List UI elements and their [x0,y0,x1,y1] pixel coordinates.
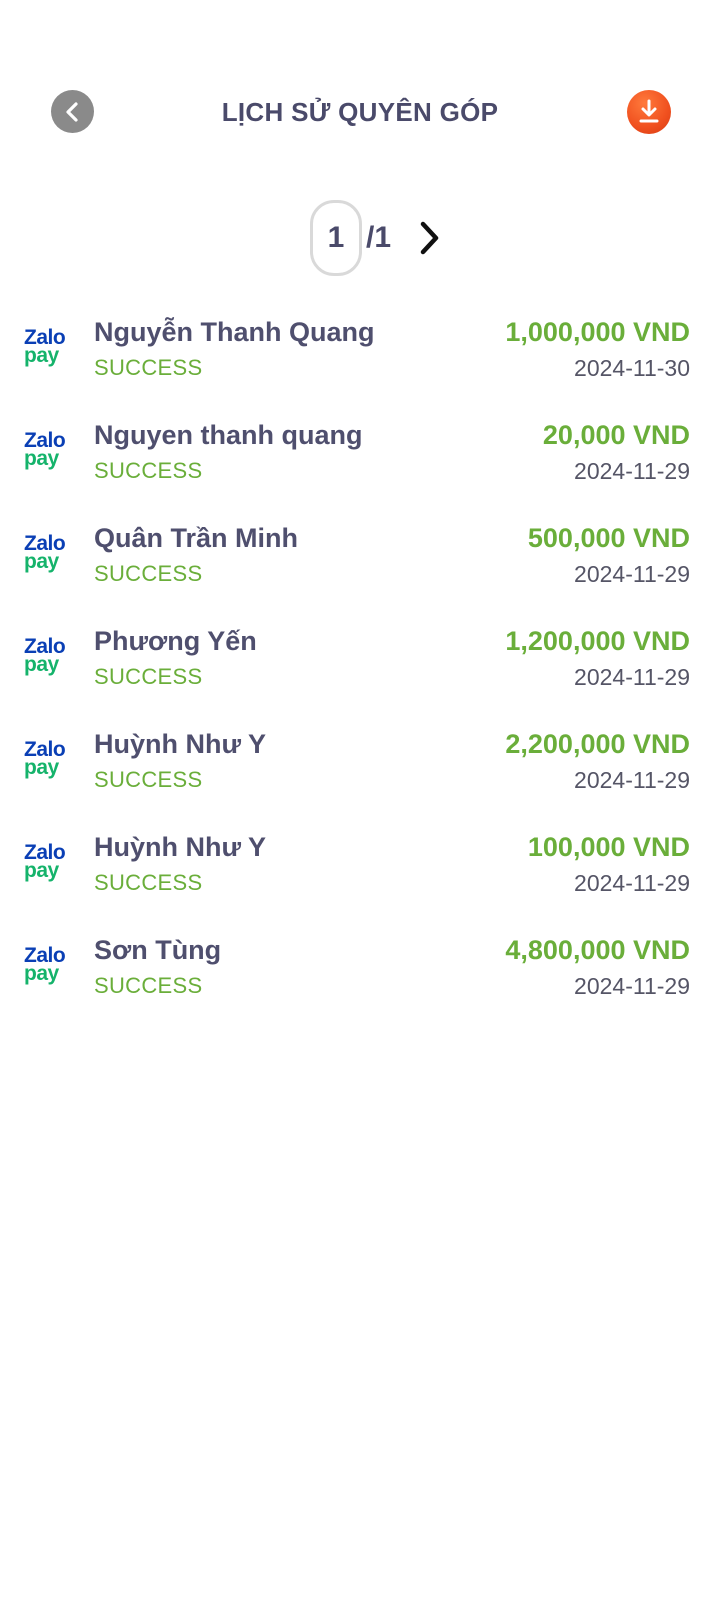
zalopay-logo: Zalo pay [22,842,74,886]
list-item[interactable]: Zalo pay Nguyen thanh quang SUCCESS 20,0… [0,412,720,515]
donation-date: 2024-11-30 [574,355,690,381]
zalopay-logo: Zalo pay [22,945,74,989]
donor-name: Nguyễn Thanh Quang [94,317,375,347]
donation-status: SUCCESS [94,355,203,380]
logo-pay-text: pay [24,344,59,367]
current-page-input[interactable]: 1 [310,200,362,276]
logo-pay-text: pay [24,962,59,985]
list-item[interactable]: Zalo pay Phương Yến SUCCESS 1,200,000 VN… [0,618,720,721]
donation-date: 2024-11-29 [574,973,690,999]
logo-pay-text: pay [24,653,59,676]
page-title: LỊCH SỬ QUYÊN GÓP [221,97,499,127]
donation-amount: 20,000 VND [542,420,690,450]
donation-status: SUCCESS [94,767,203,792]
zalopay-logo: Zalo pay [22,739,74,783]
logo-pay-text: pay [24,447,59,470]
list-item[interactable]: Zalo pay Sơn Tùng SUCCESS 4,800,000 VND … [0,927,720,1030]
page-total: /1 [366,221,392,254]
donation-amount: 1,200,000 VND [505,626,690,656]
download-icon [639,99,659,123]
donation-date: 2024-11-29 [574,458,690,484]
donation-amount: 4,800,000 VND [505,935,690,965]
donation-date: 2024-11-29 [574,870,690,896]
donation-date: 2024-11-29 [574,767,690,793]
donation-date: 2024-11-29 [574,561,690,587]
donor-name: Nguyen thanh quang [94,420,363,450]
pagination: 1 /1 [0,200,720,276]
list-item[interactable]: Zalo pay Nguyễn Thanh Quang SUCCESS 1,00… [0,309,720,412]
list-item[interactable]: Zalo pay Huỳnh Như Y SUCCESS 2,200,000 V… [0,721,720,824]
donation-amount: 100,000 VND [527,832,690,862]
donation-amount: 500,000 VND [527,523,690,553]
logo-pay-text: pay [24,550,59,573]
donor-name: Phương Yến [94,626,257,656]
donation-date: 2024-11-29 [574,664,690,690]
donor-name: Huỳnh Như Y [94,832,267,862]
logo-pay-text: pay [24,859,59,882]
donation-status: SUCCESS [94,973,203,998]
zalopay-logo: Zalo pay [22,327,74,371]
chevron-right-icon [420,221,439,255]
donation-status: SUCCESS [94,870,203,895]
list-item[interactable]: Zalo pay Quân Trần Minh SUCCESS 500,000 … [0,515,720,618]
zalopay-logo: Zalo pay [22,533,74,577]
list-item[interactable]: Zalo pay Huỳnh Như Y SUCCESS 100,000 VND… [0,824,720,927]
next-page-button[interactable] [412,218,446,258]
donor-name: Huỳnh Như Y [94,729,267,759]
donation-status: SUCCESS [94,458,203,483]
zalopay-logo: Zalo pay [22,430,74,474]
header-bar: LỊCH SỬ QUYÊN GÓP [0,82,720,142]
donor-name: Quân Trần Minh [94,523,299,553]
logo-pay-text: pay [24,756,59,779]
donation-amount: 1,000,000 VND [505,317,690,347]
donor-name: Sơn Tùng [94,935,222,965]
donation-amount: 2,200,000 VND [505,729,690,759]
donation-status: SUCCESS [94,561,203,586]
download-button[interactable] [627,90,671,134]
zalopay-logo: Zalo pay [22,636,74,680]
donation-status: SUCCESS [94,664,203,689]
donation-list: Zalo pay Nguyễn Thanh Quang SUCCESS 1,00… [0,309,720,1030]
